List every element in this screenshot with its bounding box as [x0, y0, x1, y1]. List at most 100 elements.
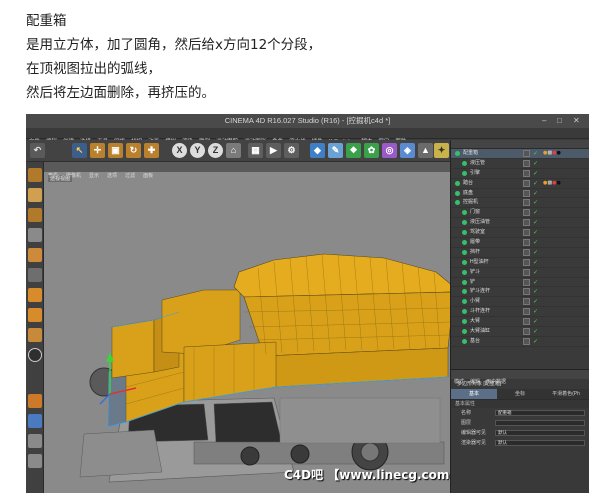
editor-visible-select[interactable]: 默认 — [495, 430, 585, 436]
object-row[interactable]: 底盘 ✓ — [451, 189, 589, 199]
object-name[interactable]: 控掘机 — [463, 198, 478, 207]
object-name[interactable]: 铲斗连杆 — [470, 287, 490, 296]
layer-color-icon[interactable] — [523, 239, 530, 247]
enabled-check-icon[interactable]: ✓ — [533, 239, 538, 246]
layer-color-icon[interactable] — [523, 209, 530, 217]
object-row[interactable]: 液压油管 ✓ — [451, 218, 589, 229]
object-name[interactable]: 大臂 — [470, 317, 480, 326]
name-field[interactable]: 配重箱 — [495, 410, 585, 416]
edges-mode-icon[interactable] — [28, 288, 42, 302]
layer-color-icon[interactable] — [523, 308, 530, 316]
make-editable-icon[interactable] — [28, 168, 42, 182]
layer-color-icon[interactable] — [523, 219, 530, 227]
object-row[interactable]: 引擎 ✓ — [451, 169, 589, 179]
spline-pen-icon[interactable]: ✎ — [328, 143, 343, 158]
object-name[interactable]: 门窗 — [470, 208, 480, 217]
object-row[interactable]: 门窗 ✓ — [451, 208, 589, 219]
enabled-check-icon[interactable]: ✓ — [533, 279, 538, 286]
object-name[interactable]: 液压油管 — [470, 218, 490, 227]
recent-tools-icon[interactable]: ✚ — [144, 143, 159, 158]
object-row[interactable]: 控掘机 ✓ — [451, 198, 589, 209]
material-tags-icon[interactable]: ●▩●● — [543, 180, 561, 186]
enabled-check-icon[interactable]: ✓ — [533, 219, 538, 226]
locked-workplane-icon[interactable] — [28, 394, 42, 408]
object-name[interactable]: 挡杆 — [470, 248, 480, 257]
points-mode-icon[interactable] — [28, 268, 42, 282]
enabled-check-icon[interactable]: ✓ — [533, 259, 538, 266]
object-row[interactable]: 配重箱 ✓ ●▩●● — [451, 149, 589, 159]
layer-color-icon[interactable] — [523, 328, 530, 336]
object-row[interactable]: 驾驶室 ✓ — [451, 228, 589, 239]
render-settings-icon[interactable]: ⚙ — [284, 143, 299, 158]
z-axis-icon[interactable]: Z — [208, 143, 223, 158]
cube-icon[interactable]: ◆ — [310, 143, 325, 158]
object-row[interactable]: 铲斗连杆 ✓ — [451, 287, 589, 298]
layer-color-icon[interactable] — [523, 189, 530, 197]
layer-color-icon[interactable] — [523, 199, 530, 207]
render-view-icon[interactable]: ▦ — [248, 143, 263, 158]
layer-color-icon[interactable] — [523, 159, 530, 167]
axis-mode-icon[interactable] — [28, 328, 42, 342]
object-row[interactable]: 履带 ✓ — [451, 238, 589, 248]
maximize-icon[interactable]: □ — [557, 114, 562, 128]
undo-icon[interactable]: ↶ — [30, 143, 45, 158]
renderer-visible-select[interactable]: 默认 — [495, 440, 585, 446]
enabled-check-icon[interactable]: ✓ — [533, 308, 538, 315]
layer-color-icon[interactable] — [523, 337, 530, 345]
enabled-check-icon[interactable]: ✓ — [533, 170, 538, 177]
layer-color-icon[interactable] — [523, 248, 530, 256]
layer-color-icon[interactable] — [523, 278, 530, 286]
enabled-check-icon[interactable]: ✓ — [533, 338, 538, 345]
object-row[interactable]: 小臂 ✓ — [451, 297, 589, 308]
solo-icon[interactable] — [28, 454, 42, 468]
enabled-check-icon[interactable]: ✓ — [533, 180, 538, 187]
enabled-check-icon[interactable]: ✓ — [533, 328, 538, 335]
object-row[interactable]: 铲 ✓ — [451, 278, 589, 288]
enabled-check-icon[interactable]: ✓ — [533, 150, 538, 157]
y-axis-icon[interactable]: Y — [190, 143, 205, 158]
enabled-check-icon[interactable]: ✓ — [533, 288, 538, 295]
layer-color-icon[interactable] — [523, 169, 530, 177]
model-mode-icon[interactable] — [28, 228, 42, 242]
floor-icon[interactable]: ◈ — [400, 143, 415, 158]
object-row[interactable]: 大臂油缸 ✓ — [451, 327, 589, 337]
object-name[interactable]: 斗杆连杆 — [470, 307, 490, 316]
object-name[interactable]: 底盘 — [463, 189, 473, 198]
object-name[interactable]: 大臂油缸 — [470, 327, 490, 336]
object-row[interactable]: 斗杆连杆 ✓ — [451, 307, 589, 318]
close-icon[interactable]: ✕ — [573, 114, 580, 128]
render-picture-viewer-icon[interactable]: ▶ — [266, 143, 281, 158]
layer-color-icon[interactable] — [523, 288, 530, 296]
object-name[interactable]: 小臂 — [470, 297, 480, 306]
minimize-icon[interactable]: – — [542, 114, 546, 128]
object-name[interactable]: 驾驶室 — [470, 228, 485, 237]
tab-phong[interactable]: 平滑着色(Ph — [543, 389, 589, 399]
object-mode-icon[interactable] — [28, 248, 42, 262]
object-name[interactable]: 液压管 — [470, 159, 485, 168]
texture-icon[interactable] — [28, 188, 42, 202]
object-name[interactable]: 踏台 — [463, 179, 473, 188]
tab-basic[interactable]: 基本 — [451, 389, 497, 399]
layer-color-icon[interactable] — [523, 258, 530, 266]
enabled-check-icon[interactable]: ✓ — [533, 160, 538, 167]
enabled-check-icon[interactable]: ✓ — [533, 249, 538, 256]
object-name[interactable]: 基台 — [470, 337, 480, 346]
object-row[interactable]: H型油杆 ✓ — [451, 258, 589, 268]
scale-icon[interactable]: ▣ — [108, 143, 123, 158]
enabled-check-icon[interactable]: ✓ — [533, 199, 538, 206]
subdivision-icon[interactable]: ❖ — [346, 143, 361, 158]
grid-icon[interactable] — [28, 434, 42, 448]
select-icon[interactable]: ↖ — [72, 143, 87, 158]
perspective-viewport[interactable]: 查看 摄像机 显示 选项 过滤 面板 透视视图 — [44, 162, 450, 493]
layer-color-icon[interactable] — [523, 268, 530, 276]
object-row[interactable]: 大臂 ✓ — [451, 317, 589, 328]
x-axis-icon[interactable]: X — [172, 143, 187, 158]
layer-color-icon[interactable] — [523, 298, 530, 306]
object-row[interactable]: 基台 ✓ — [451, 337, 589, 347]
deformer-icon[interactable]: ◎ — [382, 143, 397, 158]
array-icon[interactable]: ✿ — [364, 143, 379, 158]
light-icon[interactable]: ✦ — [434, 143, 449, 158]
enabled-check-icon[interactable]: ✓ — [533, 298, 538, 305]
layer-color-icon[interactable] — [523, 179, 530, 187]
tab-coordinates[interactable]: 坐标 — [497, 389, 543, 399]
